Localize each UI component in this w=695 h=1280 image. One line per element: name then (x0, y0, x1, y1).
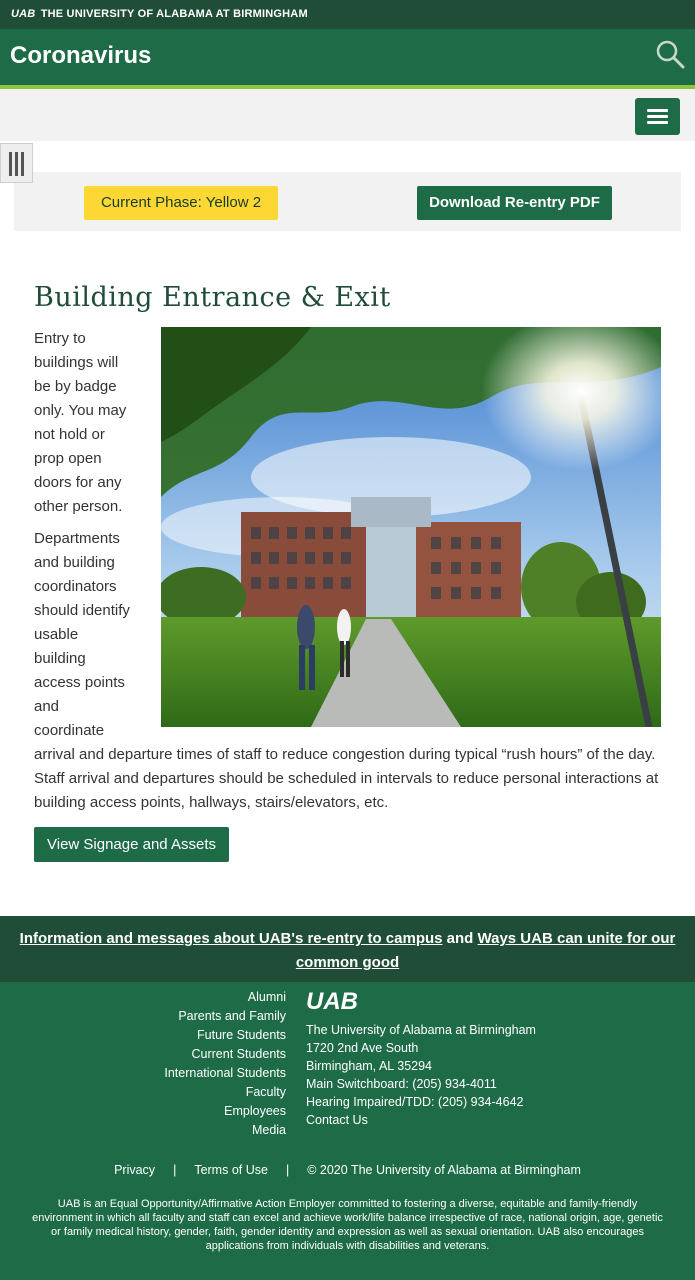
nav-band (0, 89, 695, 141)
terms-link[interactable]: Terms of Use (194, 1163, 268, 1177)
site-title[interactable]: Coronavirus (10, 42, 151, 70)
footer-link-alumni[interactable]: Alumni (120, 988, 286, 1007)
reentry-info-banner: Information and messages about UAB's re-… (0, 916, 695, 982)
uab-footer-logo-text: UAB (306, 988, 358, 1012)
phase-bar: Current Phase: Yellow 2 Download Re-entr… (14, 172, 681, 231)
side-panel-toggle[interactable] (0, 143, 33, 183)
hamburger-menu-icon (647, 109, 668, 112)
footer-university-name: The University of Alabama at Birmingham (306, 1023, 536, 1037)
equal-opportunity-statement: UAB is an Equal Opportunity/Affirmative … (32, 1198, 663, 1252)
hamburger-menu-icon-bar (647, 121, 668, 124)
university-bar: UAB THE UNIVERSITY OF ALABAMA AT BIRMING… (0, 0, 695, 29)
footer-link-media[interactable]: Media (120, 1121, 286, 1140)
side-toggle-bar (9, 152, 12, 176)
footer-contact-link[interactable]: Contact Us (306, 1111, 536, 1129)
site-footer: Alumni Parents and Family Future Student… (0, 982, 695, 1280)
footer-link-faculty[interactable]: Faculty (120, 1083, 286, 1102)
footer-audience-links: Alumni Parents and Family Future Student… (120, 988, 286, 1140)
footer-link-future-students[interactable]: Future Students (120, 1026, 286, 1045)
footer-link-current-students[interactable]: Current Students (120, 1045, 287, 1064)
banner-connector: and (442, 930, 478, 947)
current-phase-badge[interactable]: Current Phase: Yellow 2 (84, 186, 278, 220)
page-heading: Building Entrance & Exit (34, 282, 391, 313)
main-content: Building Entrance & Exit Entry to buildi… (34, 280, 661, 862)
footer-address: 1720 2nd Ave South (306, 1041, 419, 1055)
footer-switchboard[interactable]: Main Switchboard: (205) 934-4011 (306, 1075, 536, 1093)
legal-separator: | (285, 1163, 290, 1177)
reentry-info-link[interactable]: Information and messages about UAB's re-… (20, 930, 443, 947)
view-signage-assets-button[interactable]: View Signage and Assets (34, 827, 230, 862)
legal-separator: | (173, 1163, 177, 1177)
university-name: THE UNIVERSITY OF ALABAMA AT BIRMINGHAM (40, 8, 308, 20)
campus-building-photo (161, 327, 661, 727)
footer-link-parents[interactable]: Parents and Family (120, 1007, 286, 1026)
site-header: Coronavirus (0, 29, 695, 85)
uab-logo-mark: UAB (11, 8, 36, 20)
footer-link-employees[interactable]: Employees (120, 1102, 286, 1121)
privacy-link[interactable]: Privacy (114, 1163, 155, 1177)
uab-footer-logo[interactable]: UAB (306, 988, 376, 1012)
search-icon[interactable] (655, 39, 685, 69)
footer-link-international-students[interactable]: International Students (120, 1064, 286, 1083)
hamburger-menu-icon-bar (647, 115, 668, 118)
side-toggle-bar (15, 152, 18, 176)
footer-tdd[interactable]: Hearing Impaired/TDD: (205) 934-4642 (306, 1093, 536, 1111)
side-toggle-bar (21, 152, 24, 176)
hamburger-menu-button[interactable] (635, 98, 680, 135)
copyright-text: © 2020 The University of Alabama at Birm… (307, 1163, 581, 1177)
download-reentry-pdf-button[interactable]: Download Re-entry PDF (417, 186, 612, 220)
footer-contact-info: The University of Alabama at Birmingham … (306, 1021, 536, 1129)
university-brand-link[interactable]: UAB THE UNIVERSITY OF ALABAMA AT BIRMING… (11, 8, 308, 20)
footer-city: Birmingham, AL 35294 (306, 1059, 433, 1073)
footer-legal-row: Privacy | Terms of Use | © 2020 The Universi… (0, 1163, 695, 1177)
